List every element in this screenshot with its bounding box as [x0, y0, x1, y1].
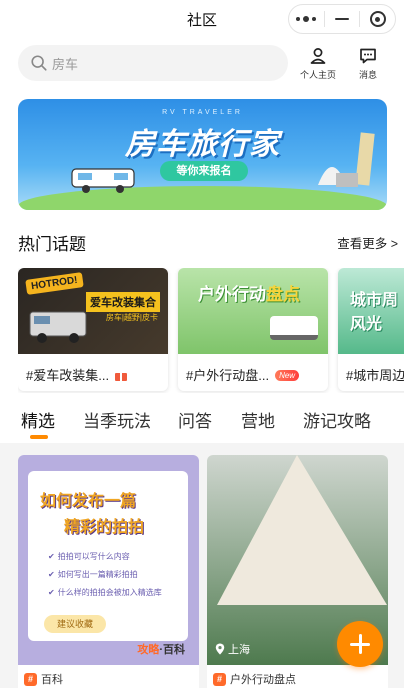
profile-label: 个人主页 — [299, 70, 336, 80]
new-badge: New — [275, 370, 300, 381]
messages-label: 消息 — [358, 70, 377, 80]
feed-card-image: 如何发布一篇 精彩的拍拍 拍拍可以写什么内容 如何写出一篇精彩拍拍 什么样的拍拍… — [18, 455, 199, 665]
topic-caption: #户外行动盘... New — [186, 365, 300, 384]
topic-caption-text: #爱车改装集... — [26, 368, 110, 383]
feed-tag-text: 户外行动盘点 — [230, 674, 296, 686]
location-text: 上海 — [228, 644, 250, 656]
rv-illustration-icon — [71, 168, 135, 193]
topic-image-text: 爱车改装集合 — [86, 292, 160, 312]
feed-tag-text: 百科 — [41, 674, 63, 686]
tab-travel-guides[interactable]: 游记攻略 — [303, 407, 371, 432]
image-list-item: 拍拍可以写什么内容 — [48, 551, 130, 562]
active-tab-indicator — [30, 435, 48, 439]
topic-image-text: HOTROD! — [25, 272, 84, 295]
hashtag-icon: # — [24, 672, 37, 686]
image-brand-b: ·百科 — [159, 644, 185, 656]
location-label: 上海 — [215, 641, 250, 657]
more-menu-button[interactable] — [289, 5, 324, 33]
profile-button[interactable]: 个人主页 — [298, 46, 338, 81]
message-icon — [360, 48, 376, 64]
mini-program-capsule — [288, 4, 396, 34]
image-button-text: 建议收藏 — [44, 615, 106, 633]
user-icon — [310, 48, 326, 64]
hot-topics-title: 热门话题 — [18, 235, 86, 254]
topic-image-text: 房车|越野|皮卡 — [105, 313, 158, 322]
rv-illustration-icon — [29, 311, 87, 343]
topic-image-text-main: 户外行动 — [198, 285, 266, 304]
feed-card[interactable]: 如何发布一篇 精彩的拍拍 拍拍可以写什么内容 如何写出一篇精彩拍拍 什么样的拍拍… — [18, 455, 199, 688]
tab-featured[interactable]: 精选 — [21, 407, 55, 432]
close-target-icon — [369, 11, 386, 27]
create-post-button[interactable] — [337, 621, 383, 667]
rv-illustration-icon — [270, 316, 318, 340]
topic-image-text-accent: 盘点 — [266, 285, 300, 304]
topic-image: 城市周 风光 — [338, 268, 404, 354]
topic-image: 户外行动盘点 — [178, 268, 328, 354]
tab-campsite[interactable]: 营地 — [241, 407, 275, 432]
topic-image: HOTROD! 爱车改装集合 房车|越野|皮卡 — [18, 268, 168, 354]
image-headline: 如何发布一篇 — [40, 493, 137, 510]
search-placeholder: 房车 — [52, 56, 79, 72]
hashtag-icon: # — [213, 672, 226, 686]
image-list-item: 如何写出一篇精彩拍拍 — [48, 569, 138, 580]
image-brand: 攻略·百科 — [137, 641, 185, 657]
topic-image-text-line2: 风光 — [350, 316, 383, 333]
gift-icon — [115, 370, 128, 381]
banner-subtitle: RV TRAVELER — [162, 109, 243, 116]
location-pin-icon — [215, 643, 225, 655]
image-brand-a: 攻略 — [137, 644, 160, 656]
image-list-item: 什么样的拍拍会被加入精选库 — [48, 587, 162, 598]
search-input[interactable]: 房车 — [18, 45, 288, 81]
topic-image-text: 城市周 风光 — [350, 286, 398, 334]
view-more-link[interactable]: 查看更多 > — [337, 233, 398, 252]
topic-card[interactable]: 户外行动盘点 #户外行动盘... New — [178, 268, 328, 391]
promo-banner[interactable]: RV TRAVELER 房车旅行家 等你来报名 — [18, 99, 387, 210]
close-button[interactable] — [360, 5, 395, 33]
feed-card-tag[interactable]: # 户外行动盘点 — [207, 665, 388, 688]
messages-button[interactable]: 消息 — [348, 46, 388, 81]
tent-photo-decoration — [217, 455, 387, 605]
landmark-illustration-icon — [318, 132, 375, 187]
image-headline: 精彩的拍拍 — [64, 519, 145, 536]
tab-seasonal[interactable]: 当季玩法 — [83, 407, 151, 432]
topic-card[interactable]: HOTROD! 爱车改装集合 房车|越野|皮卡 #爱车改装集... — [18, 268, 168, 391]
topic-image-text: 户外行动盘点 — [198, 280, 300, 305]
minimize-button[interactable] — [325, 5, 360, 33]
tab-qa[interactable]: 问答 — [178, 407, 212, 432]
feed-tabs: 精选 当季玩法 问答 营地 游记攻略 — [0, 407, 404, 441]
more-dots-icon — [296, 16, 317, 22]
hot-topics-carousel[interactable]: HOTROD! 爱车改装集合 房车|越野|皮卡 #爱车改装集... 户外行动盘点… — [18, 268, 404, 393]
topic-card[interactable]: 城市周风光 #城市周边 — [338, 268, 404, 391]
banner-cta: 等你来报名 — [160, 161, 248, 181]
topic-caption: #城市周边 — [346, 368, 404, 383]
topic-caption-text: #户外行动盘... — [186, 368, 270, 383]
search-icon — [31, 55, 47, 71]
feed-card-tag[interactable]: # 百科 — [18, 665, 199, 688]
top-nav-bar: 社区 — [0, 0, 404, 38]
topic-caption: #爱车改装集... — [26, 365, 128, 384]
minimize-icon — [335, 18, 349, 20]
topic-image-text-line1: 城市周 — [350, 292, 399, 309]
